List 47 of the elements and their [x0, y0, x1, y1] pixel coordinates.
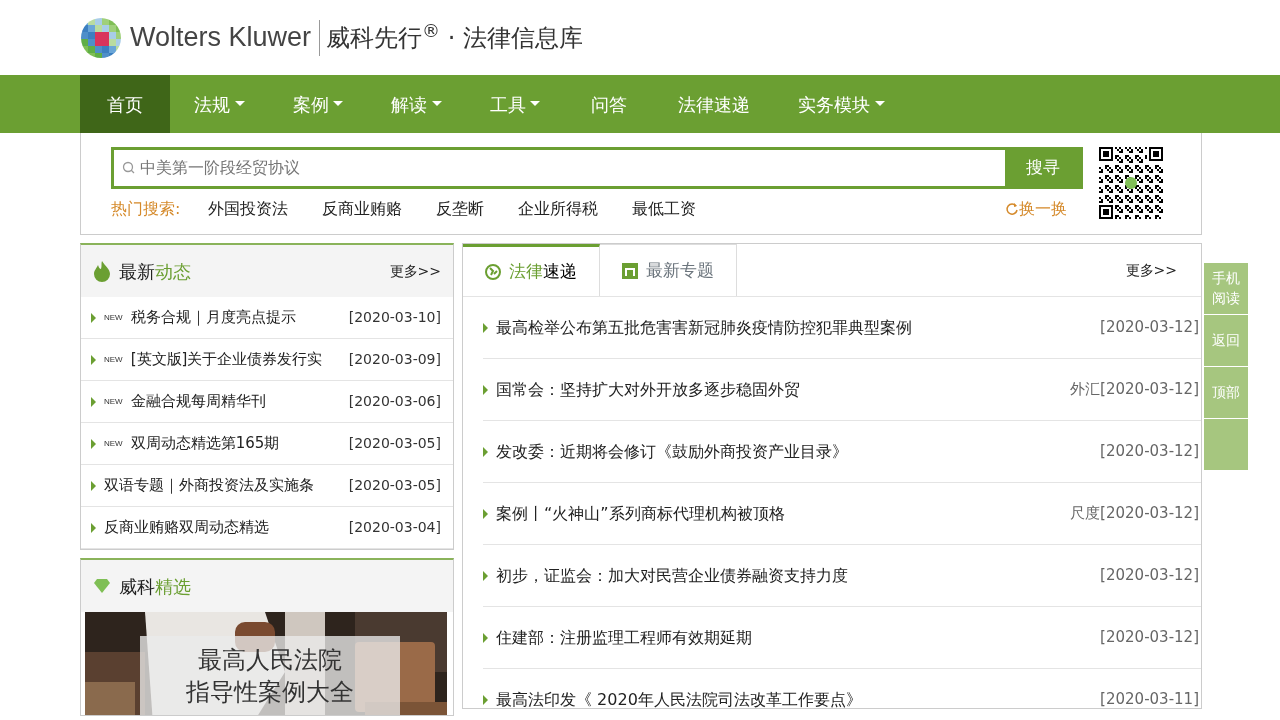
news-link[interactable]: 案例丨“火神山”系列商标代理机构被顶格 — [496, 501, 785, 526]
news-link[interactable]: 税务合规｜月度亮点提示 — [130, 306, 296, 329]
news-link[interactable]: 双语专题｜外商投资法及实施条 — [104, 474, 314, 497]
news-link[interactable]: [英文版]关于企业债券发行实 — [130, 348, 323, 371]
banner-caption: 指导性案例大全 — [186, 677, 354, 709]
hot-search-link[interactable]: 最低工资 — [632, 197, 697, 221]
news-link[interactable]: 反商业贿赂双周动态精选 — [104, 516, 269, 539]
new-label: NEW — [104, 437, 123, 450]
news-date: [2020-03-12] — [1100, 317, 1199, 339]
panel-title: 威科精选 — [119, 574, 191, 599]
news-date: [2020-03-04] — [348, 518, 441, 537]
panel-tab[interactable]: 法律速递 — [463, 244, 600, 296]
news-date: [2020-03-09] — [348, 350, 441, 369]
news-link[interactable]: 住建部：注册监理工程师有效期延期 — [496, 625, 752, 650]
news-link[interactable]: 最高法印发《 2020年人民法院司法改革工作要点》 — [496, 687, 862, 708]
more-link[interactable]: 更多>> — [389, 260, 441, 282]
news-date: [2020-03-05] — [348, 476, 441, 495]
product-title: 威科先行$^{®}$ · 法律信息库 — [319, 19, 583, 56]
nav-tab[interactable]: 首页 — [80, 75, 170, 133]
news-link[interactable]: 金融合规每周精华刊 — [130, 390, 266, 413]
news-date: [2020-03-10] — [348, 308, 441, 327]
news-link[interactable]: 最高检举公布第五批危害害新冠肺炎疫情防控犯罪典型案例 — [496, 315, 912, 340]
new-label: NEW — [104, 353, 123, 366]
news-date: [2020-03-12] — [1100, 441, 1199, 463]
panel-title: 最新动态 — [119, 259, 191, 284]
hot-search-link[interactable]: 反商业贿赂 — [322, 197, 403, 221]
banner-caption: 最高人民法院 — [198, 645, 342, 676]
new-label: NEW — [104, 395, 123, 408]
brand-name: Wolters Kluwer — [130, 21, 312, 55]
news-date: 外汇[2020-03-12] — [1070, 379, 1199, 401]
more-link[interactable]: 更多>> — [1125, 259, 1177, 281]
hot-search-link[interactable]: 企业所得税 — [518, 197, 599, 221]
news-link[interactable]: 国常会：坚持扩大对外开放多逐步稳固外贸 — [496, 377, 800, 402]
news-date: [2020-03-11] — [1100, 689, 1199, 708]
news-link[interactable]: 双周动态精选第165期 — [130, 432, 280, 455]
news-link[interactable]: 初步，证监会：加大对民营企业债券融资支持力度 — [496, 563, 848, 588]
news-date: [2020-03-12] — [1100, 627, 1199, 649]
news-date: [2020-03-06] — [348, 392, 441, 411]
news-date: [2020-03-05] — [348, 434, 441, 453]
hot-search-link[interactable]: 反垄断 — [436, 197, 485, 221]
hot-search-label: 热门搜索: — [111, 198, 181, 220]
news-link[interactable]: 发改委：近期将会修订《鼓励外商投资产业目录》 — [496, 439, 848, 464]
news-date: 尺度[2020-03-12] — [1070, 503, 1199, 525]
hot-search-link[interactable]: 外国投资法 — [208, 197, 289, 221]
news-date: [2020-03-12] — [1100, 565, 1199, 587]
new-label: NEW — [104, 311, 123, 324]
panel-tab[interactable]: 最新专题 — [600, 244, 737, 296]
